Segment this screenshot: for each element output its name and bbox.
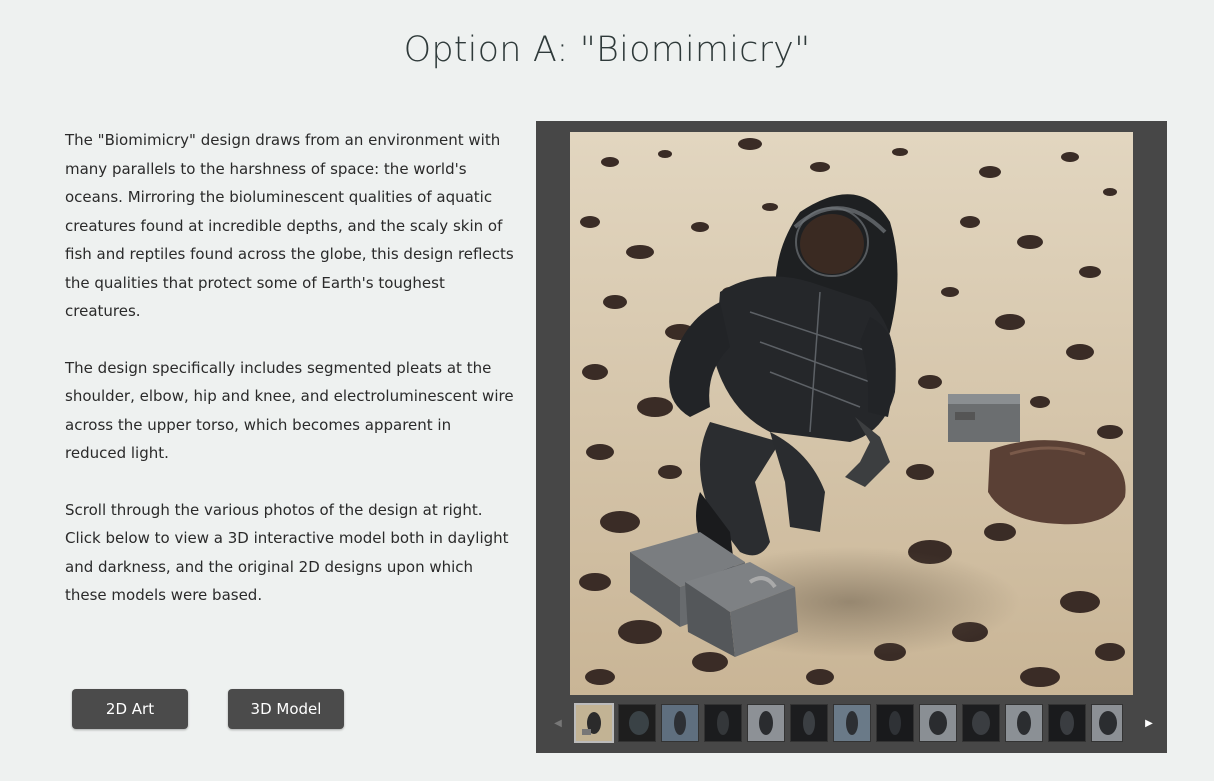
thumbnail-image [920,705,956,741]
3d-model-button[interactable]: 3D Model [228,689,344,729]
content-panel: Option A: "Biomimicry" The "Biomimicry" … [10,8,1204,771]
thumbnail[interactable] [876,704,914,742]
thumbnail-image [963,705,999,741]
description-paragraph-2: The design specifically includes segment… [65,358,514,463]
thumbnail[interactable] [1005,704,1043,742]
thumbnail[interactable] [661,704,699,742]
thumbnail-image [662,705,698,741]
thumbnail[interactable] [962,704,1000,742]
thumbnail-image [1049,705,1085,741]
chevron-left-icon[interactable]: ◀ [548,703,568,743]
description: The "Biomimicry" design draws from an en… [65,126,515,638]
thumbnail-image [1092,705,1122,741]
2d-art-button[interactable]: 2D Art [72,689,188,729]
thumbnail-image [705,705,741,741]
description-paragraph-1: The "Biomimicry" design draws from an en… [65,131,514,320]
thumbnail-image [877,705,913,741]
page-title: Option A: "Biomimicry" [403,30,811,70]
thumbnail[interactable] [919,704,957,742]
thumbnail[interactable] [1091,704,1123,742]
thumbnail-image [791,705,827,741]
thumbnail[interactable] [1048,704,1086,742]
thumbnail[interactable] [747,704,785,742]
thumbnail-image [1006,705,1042,741]
thumbnail-image [834,705,870,741]
thumbnail-image [748,705,784,741]
page: Option A: "Biomimicry" The "Biomimicry" … [0,0,1214,781]
chevron-right-icon[interactable]: ▶ [1139,703,1159,743]
astronaut-photo [570,132,1133,695]
thumbnail[interactable] [790,704,828,742]
thumbnail-image [619,705,655,741]
thumbnail[interactable] [833,704,871,742]
photo-gallery: ◀ ▶ [536,121,1167,753]
thumbnail[interactable] [574,703,614,743]
main-photo[interactable] [570,132,1133,695]
thumbnail-image [576,705,612,741]
thumbnail-strip: ◀ ▶ [536,703,1167,743]
description-paragraph-3: Scroll through the various photos of the… [65,500,509,605]
thumbnail[interactable] [618,704,656,742]
thumbnail[interactable] [704,704,742,742]
